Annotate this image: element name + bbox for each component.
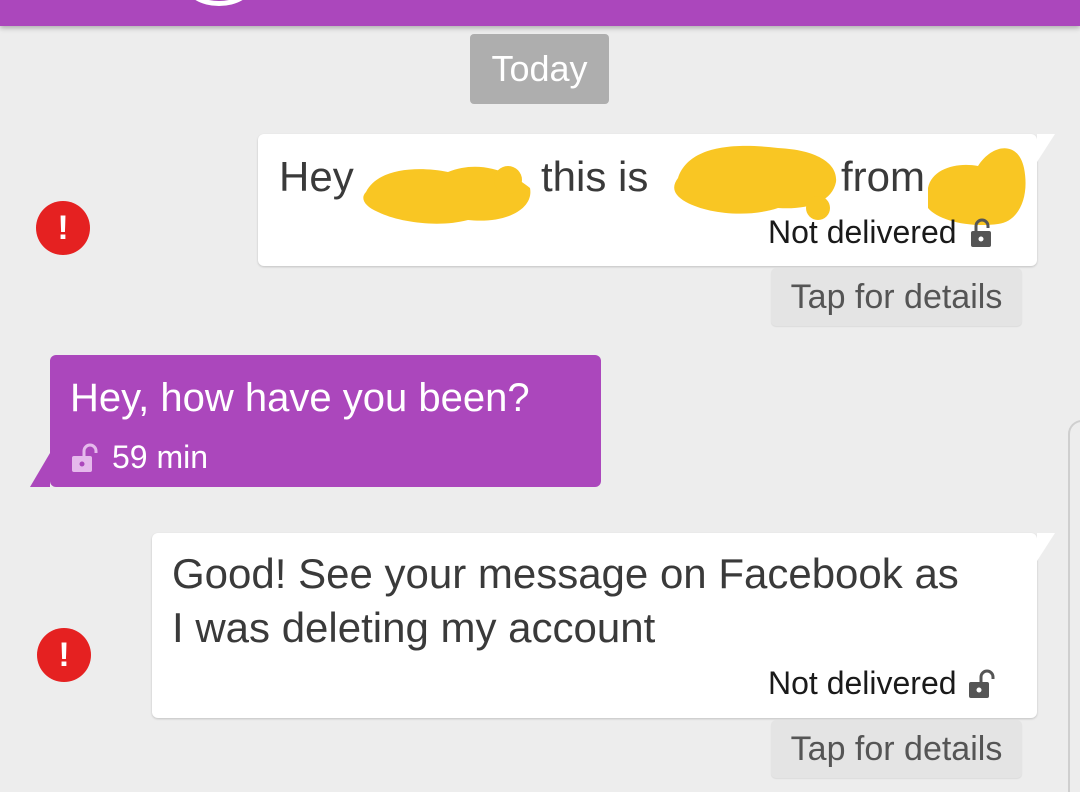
message-text-line: I was deleting my account — [172, 604, 656, 651]
outgoing-message-bubble[interactable]: Good! See your message on Facebook as I … — [152, 533, 1055, 718]
app-bar — [0, 0, 1080, 26]
redaction-scribble — [363, 166, 531, 224]
status-text: Not delivered — [768, 214, 957, 250]
unlocked-lock-icon — [72, 443, 98, 472]
conversation-screen: Today ! Hey this is from Not delivered T… — [0, 0, 1080, 792]
redaction-scribble — [674, 145, 837, 220]
status-text: Not delivered — [768, 665, 957, 701]
error-exclamation-icon[interactable]: ! — [36, 201, 90, 255]
message-text-part: this is — [541, 153, 649, 200]
message-text-part: Hey — [279, 153, 354, 200]
date-divider: Today — [470, 34, 609, 104]
message-time: 59 min — [112, 439, 209, 475]
delivery-status: Not delivered — [768, 214, 997, 251]
scroll-edge — [1068, 420, 1080, 792]
unlocked-lock-icon — [968, 669, 995, 698]
message-text-line: Good! See your message on Facebook as — [172, 550, 959, 597]
outgoing-message-bubble[interactable]: Hey this is from Not delivered — [258, 134, 1055, 266]
contact-avatar[interactable] — [186, 0, 252, 6]
message-meta: 59 min — [70, 439, 208, 476]
lock-icon — [970, 218, 991, 247]
incoming-message-bubble[interactable]: Hey, how have you been? 59 min — [30, 355, 601, 487]
tap-for-details-button[interactable]: Tap for details — [771, 268, 1022, 326]
message-text: Hey, how have you been? — [70, 376, 530, 420]
message-text-part: from — [841, 153, 925, 200]
tap-for-details-button[interactable]: Tap for details — [771, 720, 1022, 778]
error-exclamation-icon[interactable]: ! — [37, 628, 91, 682]
delivery-status: Not delivered — [768, 665, 997, 702]
